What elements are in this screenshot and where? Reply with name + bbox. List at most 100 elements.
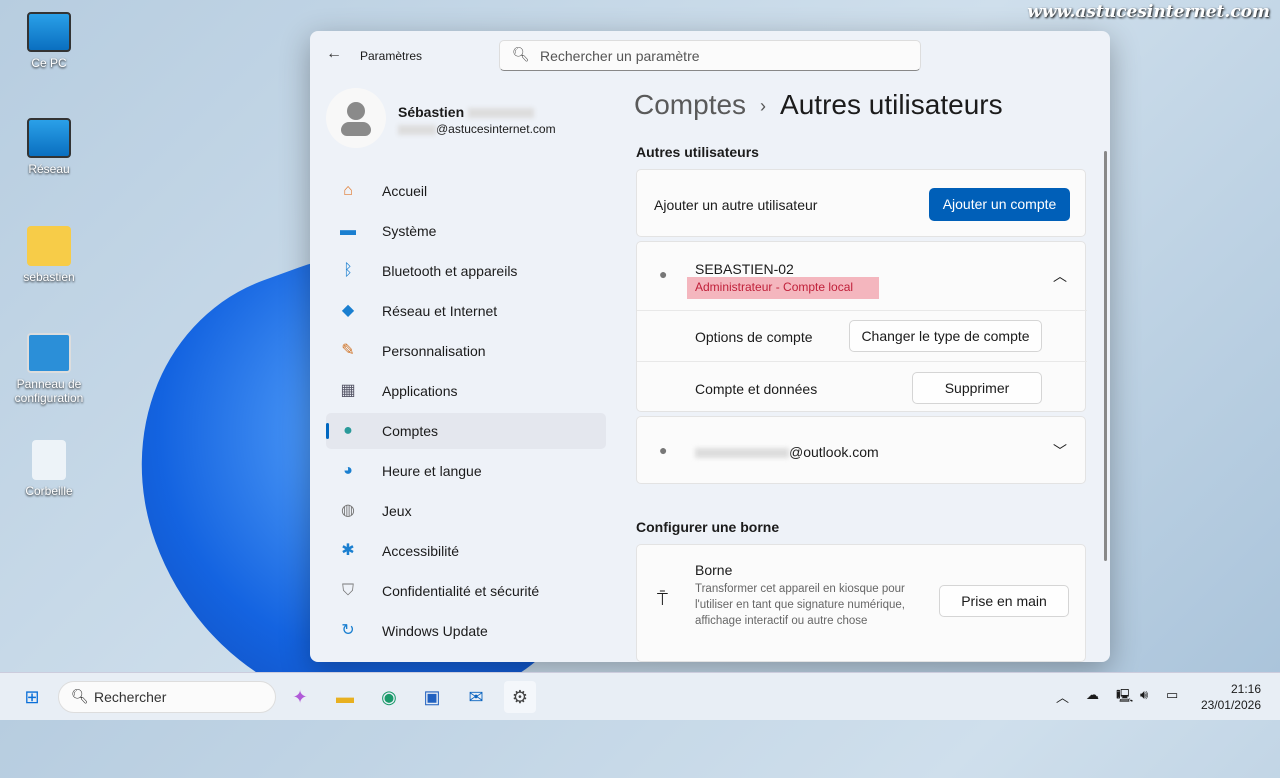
sidebar-item-home[interactable]: ⌂ Accueil xyxy=(326,173,606,209)
sidebar-item-person[interactable]: ● Comptes xyxy=(326,413,606,449)
desktop-icon-network[interactable]: Réseau xyxy=(8,118,90,176)
sidebar-item-globe-clock[interactable]: ◕ Heure et langue xyxy=(326,453,606,489)
shield-icon: ⛉ xyxy=(341,582,354,599)
sidebar-item-label: Jeux xyxy=(382,503,412,519)
settings-gear-icon[interactable]: ⚙ xyxy=(504,681,536,713)
settings-search-input[interactable]: 🔍︎ Rechercher un paramètre xyxy=(499,40,921,71)
start-windows-icon[interactable]: ⊞ xyxy=(16,681,48,713)
user-first-name: Sébastien xyxy=(398,104,465,120)
chevron-right-icon: › xyxy=(760,96,767,117)
onedrive-icon[interactable]: ☁ xyxy=(1086,687,1099,703)
sidebar-item-brush[interactable]: ✎ Personnalisation xyxy=(326,333,606,369)
user2-email: @outlook.com xyxy=(695,444,879,460)
label: Corbeille xyxy=(25,484,73,498)
store-icon[interactable]: ▣ xyxy=(416,681,448,713)
add-account-button[interactable]: Ajouter un compte xyxy=(929,188,1070,221)
update-icon: ↻ xyxy=(341,622,355,639)
kiosk-title: Borne xyxy=(695,562,733,578)
pc-icon xyxy=(27,12,71,52)
network-wired-icon[interactable]: 🖳 xyxy=(1116,687,1133,709)
account-data-row: Compte et données Supprimer xyxy=(637,361,1087,412)
taskbar-search-label: Rechercher xyxy=(94,689,167,705)
page-title: Autres utilisateurs xyxy=(780,89,1003,120)
breadcrumb: Comptes › Autres utilisateurs xyxy=(634,89,1003,121)
globe-clock-icon: ◕ xyxy=(343,462,353,479)
app-title: Paramètres xyxy=(360,49,423,63)
person-icon: ● xyxy=(659,442,668,458)
battery-icon[interactable]: ▭ xyxy=(1166,687,1178,703)
sidebar-item-monitor[interactable]: ▬ Système xyxy=(326,213,606,249)
sidebar-item-apps[interactable]: ▦ Applications xyxy=(326,373,606,409)
back-arrow-icon[interactable]: ← xyxy=(326,45,342,63)
desktop-icon-recycle-bin[interactable]: Corbeille xyxy=(8,440,90,498)
user-name: Sébastien xyxy=(398,104,535,120)
time: 21:16 xyxy=(1230,682,1261,696)
control-panel-icon xyxy=(27,333,71,373)
brush-icon: ✎ xyxy=(341,342,355,359)
volume-icon[interactable]: 🔊︎ xyxy=(1140,687,1148,703)
copilot-icon[interactable]: ✦ xyxy=(284,681,316,713)
email-domain: @outlook.com xyxy=(789,444,879,460)
label: Réseau xyxy=(28,162,70,176)
sidebar-item-update[interactable]: ↻ Windows Update xyxy=(326,613,606,649)
show-hidden-icons-chevron[interactable]: ︿ xyxy=(1056,687,1069,706)
user-email: @astucesinternet.com xyxy=(398,122,556,136)
kiosk-description: Transformer cet appareil en kiosque pour… xyxy=(695,583,905,627)
user-card-collapsed[interactable]: ● @outlook.com ﹀ xyxy=(636,416,1086,484)
clock[interactable]: 21:16 23/01/2026 xyxy=(1201,681,1261,713)
email-domain: @astucesinternet.com xyxy=(436,122,556,136)
label: Ce PC xyxy=(31,56,67,70)
get-started-button[interactable]: Prise en main xyxy=(939,585,1069,617)
monitor-icon: ▬ xyxy=(340,222,356,239)
user-account-name: SEBASTIEN-02 xyxy=(695,261,794,277)
edge-icon[interactable]: ◉ xyxy=(373,681,405,713)
search-icon: 🔍︎ xyxy=(71,688,89,704)
watermark: www.astucesinternet.com xyxy=(1027,2,1270,22)
apps-icon: ▦ xyxy=(340,382,356,399)
account-options-label: Options de compte xyxy=(695,329,813,345)
desktop-icon-this-pc[interactable]: Ce PC xyxy=(8,12,90,70)
delete-button[interactable]: Supprimer xyxy=(912,372,1042,404)
home-icon: ⌂ xyxy=(343,182,353,199)
person-icon: ● xyxy=(343,422,353,439)
search-placeholder: Rechercher un paramètre xyxy=(540,48,700,64)
sidebar-item-label: Personnalisation xyxy=(382,343,486,359)
taskbar-search[interactable]: 🔍︎ Rechercher xyxy=(58,681,276,713)
chevron-up-icon[interactable]: ︿ xyxy=(1053,266,1067,286)
sidebar-item-label: Heure et langue xyxy=(382,463,482,479)
avatar[interactable] xyxy=(326,88,386,148)
sidebar-item-gamepad[interactable]: ◍ Jeux xyxy=(326,493,606,529)
sidebar-item-label: Accueil xyxy=(382,183,428,199)
account-options-row: Options de compte Changer le type de com… xyxy=(637,310,1087,361)
search-icon: 🔍︎ xyxy=(512,46,530,62)
sidebar-item-shield[interactable]: ⛉ Confidentialité et sécurité xyxy=(326,573,606,609)
file-explorer-icon[interactable]: ▬ xyxy=(329,681,361,713)
sidebar-item-label: Applications xyxy=(382,383,458,399)
account-data-label: Compte et données xyxy=(695,381,818,397)
section-heading: Autres utilisateurs xyxy=(636,144,759,160)
label: Panneau de configuration xyxy=(14,377,84,405)
change-account-type-button[interactable]: Changer le type de compte xyxy=(849,320,1042,352)
folder-icon xyxy=(27,226,71,266)
sidebar-item-bluetooth[interactable]: ᛒ Bluetooth et appareils xyxy=(326,253,606,289)
kiosk-icon: ⍑ xyxy=(657,589,668,609)
sidebar-item-label: Comptes xyxy=(382,423,439,439)
sidebar-item-label: Bluetooth et appareils xyxy=(382,263,518,279)
recycle-bin-icon xyxy=(32,440,66,480)
settings-window: ← Paramètres 🔍︎ Rechercher un paramètre S… xyxy=(310,31,1110,662)
user-card-expanded: ● SEBASTIEN-02 Administrateur - Compte l… xyxy=(636,241,1087,412)
scrollbar[interactable] xyxy=(1104,151,1107,561)
desktop-icon-control-panel[interactable]: Panneau de configuration xyxy=(8,333,90,405)
gamepad-icon: ◍ xyxy=(341,502,355,519)
add-user-label: Ajouter un autre utilisateur xyxy=(654,197,818,213)
date: 23/01/2026 xyxy=(1200,698,1261,712)
sidebar-item-accessibility[interactable]: ✱ Accessibilité xyxy=(326,533,606,569)
person-icon: ● xyxy=(659,266,668,282)
breadcrumb-parent[interactable]: Comptes xyxy=(634,89,746,120)
desktop-icon-folder[interactable]: sebastien xyxy=(8,226,90,284)
outlook-icon[interactable]: ✉ xyxy=(460,681,492,713)
chevron-down-icon[interactable]: ﹀ xyxy=(1053,441,1067,461)
sidebar-item-label: Système xyxy=(382,223,437,239)
taskbar: ⊞ 🔍︎ Rechercher ✦ ▬ ◉ ▣ ✉ ⚙ ︿ ☁ 🖳 🔊︎ ▭ 21… xyxy=(0,672,1280,720)
sidebar-item-wifi[interactable]: ◆ Réseau et Internet xyxy=(326,293,606,329)
